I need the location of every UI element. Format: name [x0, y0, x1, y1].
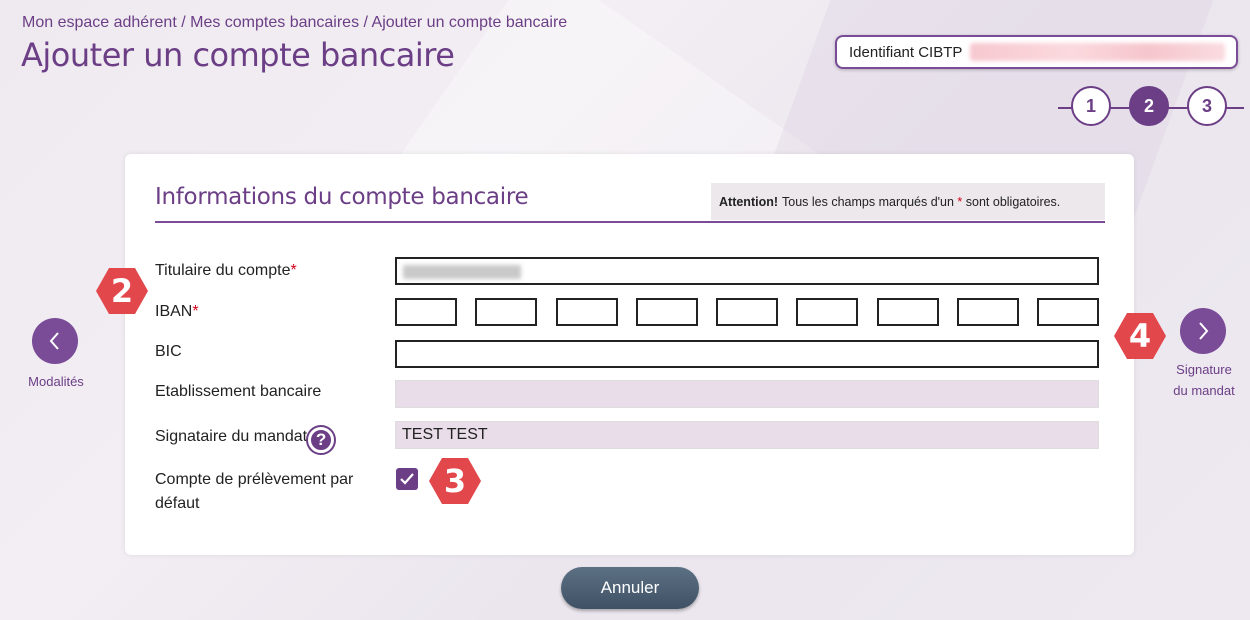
step-2-active[interactable]: 2: [1129, 86, 1169, 126]
next-step-label-line2: du mandat: [1173, 383, 1235, 398]
compte-defaut-label-line2: défaut: [155, 495, 200, 512]
step-badge-4: 4: [1113, 311, 1167, 361]
iban-label-text: IBAN: [155, 303, 193, 320]
step-badge-3: 3: [428, 456, 482, 506]
chevron-right-icon: [1199, 322, 1209, 340]
required-star: *: [192, 303, 199, 320]
identifiant-cibtp-box: Identifiant CIBTP: [835, 35, 1238, 69]
cancel-button[interactable]: Annuler: [561, 567, 699, 609]
attention-text: Tous les champs marqués d'un: [782, 194, 954, 209]
titulaire-redacted-value: [403, 265, 521, 279]
iban-segment-input[interactable]: [1037, 298, 1099, 326]
iban-segment-input[interactable]: [556, 298, 618, 326]
title-divider: [155, 221, 1105, 223]
signataire-label-text: Signataire du mandat: [155, 428, 308, 445]
chevron-left-icon: [49, 332, 59, 350]
prev-step-label[interactable]: Modalités: [16, 371, 96, 392]
etablissement-input: [395, 380, 1099, 408]
iban-segment-input[interactable]: [796, 298, 858, 326]
step-indicator: 1 2 3: [1058, 86, 1244, 130]
identifiant-label: Identifiant CIBTP: [849, 43, 963, 61]
next-step-label-line1: Signature: [1176, 362, 1232, 377]
iban-label: IBAN*: [155, 303, 199, 321]
step-1[interactable]: 1: [1071, 86, 1111, 126]
iban-segment-input[interactable]: [636, 298, 698, 326]
compte-defaut-label-line1: Compte de prélèvement par: [155, 471, 354, 488]
compte-defaut-label: Compte de prélèvement par défaut: [155, 468, 353, 516]
bank-account-form-card: Informations du compte bancaire Attentio…: [125, 154, 1134, 555]
bic-input[interactable]: [395, 340, 1099, 368]
badge-3-number: 3: [443, 462, 467, 500]
identifiant-redacted-value: [970, 43, 1226, 61]
titulaire-input[interactable]: [395, 257, 1099, 285]
signataire-value: TEST TEST: [402, 426, 488, 443]
iban-segment-input[interactable]: [877, 298, 939, 326]
breadcrumb: Mon espace adhérent / Mes comptes bancai…: [22, 14, 568, 31]
next-step-label[interactable]: Signature du mandat: [1163, 359, 1245, 401]
titulaire-label: Titulaire du compte*: [155, 262, 297, 280]
checkmark-icon: [400, 473, 414, 485]
bic-label: BIC: [155, 343, 182, 360]
prev-step-button[interactable]: [32, 318, 78, 364]
required-star: *: [290, 262, 297, 279]
page-title: Ajouter un compte bancaire: [21, 36, 455, 74]
compte-defaut-checkbox[interactable]: [396, 468, 418, 490]
badge-2-number: 2: [110, 272, 134, 310]
help-icon[interactable]: ?: [308, 427, 335, 453]
iban-segment-input[interactable]: [957, 298, 1019, 326]
signataire-input: TEST TEST: [395, 421, 1099, 449]
required-star: *: [957, 194, 963, 209]
step-3[interactable]: 3: [1187, 86, 1227, 126]
next-step-button[interactable]: [1180, 308, 1226, 354]
badge-4-number: 4: [1128, 317, 1152, 355]
iban-segment-input[interactable]: [395, 298, 457, 326]
step-badge-2: 2: [95, 266, 149, 316]
titulaire-label-text: Titulaire du compte: [155, 262, 291, 279]
etablissement-label: Etablissement bancaire: [155, 383, 322, 400]
iban-segment-input[interactable]: [716, 298, 778, 326]
signataire-label: Signataire du mandat?: [155, 427, 335, 453]
attention-notice: Attention! Tous les champs marqués d'un …: [711, 183, 1105, 220]
attention-label: Attention!: [719, 194, 779, 209]
card-title: Informations du compte bancaire: [155, 184, 529, 210]
iban-segment-input[interactable]: [475, 298, 537, 326]
attention-text-end: sont obligatoires.: [965, 194, 1061, 209]
